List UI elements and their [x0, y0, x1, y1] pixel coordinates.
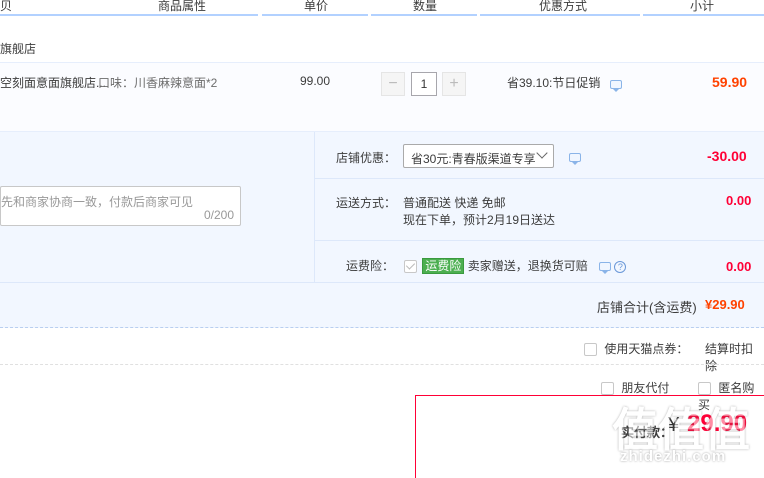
- shipping-eta: 现在下单，预计2月19日送达: [403, 213, 556, 227]
- insurance-text: 卖家赠送，退换货可赔: [467, 259, 588, 273]
- shipping-label: 运送方式：: [336, 196, 397, 210]
- tmall-points-checkbox[interactable]: [584, 343, 597, 357]
- insurance-checkbox[interactable]: [404, 260, 417, 274]
- tmall-points-row: 使用天猫点券：: [584, 340, 688, 357]
- divider: [314, 240, 764, 241]
- divider: [314, 178, 764, 179]
- store-total-label: 店铺合计(含运费): [597, 300, 697, 315]
- item-attribute: 口味：川香麻辣意面*2: [98, 76, 218, 90]
- insurance-badge: 运费险: [422, 258, 465, 274]
- chat-bubble-icon[interactable]: [569, 153, 581, 165]
- store-coupon-label: 店铺优惠：: [336, 151, 397, 165]
- header-qty: 数量: [413, 0, 438, 13]
- buyer-message-input[interactable]: 先和商家协商一致，付款后商家可见 0/200: [0, 186, 241, 226]
- store-total-amount: ¥29.90: [705, 297, 745, 312]
- buyer-message-counter: 0/200: [203, 208, 234, 222]
- divider: [0, 364, 764, 365]
- insurance-row: 运费险 卖家赠送，退换货可赔 ?: [404, 257, 627, 274]
- quantity-stepper: − 1 +: [381, 72, 467, 96]
- header-underline: [371, 14, 477, 16]
- store-coupon-select[interactable]: 省30元:青春版渠道专享: [403, 144, 554, 168]
- quantity-increase-button[interactable]: +: [442, 72, 466, 96]
- quantity-input[interactable]: 1: [411, 72, 437, 96]
- item-subtotal: 59.90: [712, 74, 748, 90]
- site-watermark: 值值值 zhidezhi.com: [612, 394, 762, 474]
- header-discount: 优惠方式: [539, 0, 588, 13]
- store-coupon-amount: -30.00: [707, 148, 747, 164]
- shipping-amount: 0.00: [726, 193, 752, 208]
- buyer-message-placeholder: 先和商家协商一致，付款后商家可见: [1, 195, 194, 209]
- store-coupon-selected: 省30元:青春版渠道专享: [411, 152, 536, 166]
- header-subtotal: 小计: [690, 0, 715, 13]
- chat-bubble-icon[interactable]: [609, 80, 622, 92]
- chat-bubble-icon[interactable]: [599, 262, 612, 274]
- item-promotion: 省39.10:节日促销: [507, 74, 622, 92]
- quantity-decrease-button[interactable]: −: [381, 72, 405, 96]
- header-product: 贝: [0, 0, 13, 13]
- shipping-method: 普通配送 快递 免邮: [403, 196, 506, 210]
- order-options-panel: 先和商家协商一致，付款后商家可见 0/200 店铺优惠： 省30元:青春版渠道专…: [0, 132, 764, 282]
- shop-name[interactable]: 旗舰店: [0, 40, 36, 57]
- header-attr: 商品属性: [158, 0, 207, 13]
- friend-pay-label: 朋友代付: [621, 381, 670, 395]
- header-underline: [262, 14, 368, 16]
- insurance-label: 运费险：: [346, 259, 395, 273]
- insurance-amount: 0.00: [726, 259, 752, 274]
- order-item-row: 空刻面意面旗舰店... 口味：川香麻辣意面*2 99.00 − 1 + 省39.…: [0, 62, 764, 132]
- header-underline: [0, 14, 258, 16]
- promotion-text: 省39.10:节日促销: [507, 76, 601, 90]
- help-icon[interactable]: ?: [614, 260, 627, 273]
- tmall-points-note: 结算时扣除: [705, 342, 754, 373]
- header-underline: [480, 14, 640, 16]
- header-underline: [643, 14, 764, 16]
- item-title-link[interactable]: 空刻面意面旗舰店...: [0, 74, 106, 91]
- tmall-points-label: 使用天猫点券：: [604, 342, 689, 356]
- table-header: 贝 商品属性 单价 数量 优惠方式 小计: [0, 0, 764, 16]
- chevron-down-icon: [536, 147, 548, 159]
- store-total-bar: 店铺合计(含运费) ¥29.90: [0, 282, 764, 328]
- watermark-site: zhidezhi.com: [620, 448, 727, 465]
- divider: [314, 132, 315, 282]
- item-unit-price: 99.00: [300, 74, 331, 88]
- header-price: 单价: [304, 0, 329, 13]
